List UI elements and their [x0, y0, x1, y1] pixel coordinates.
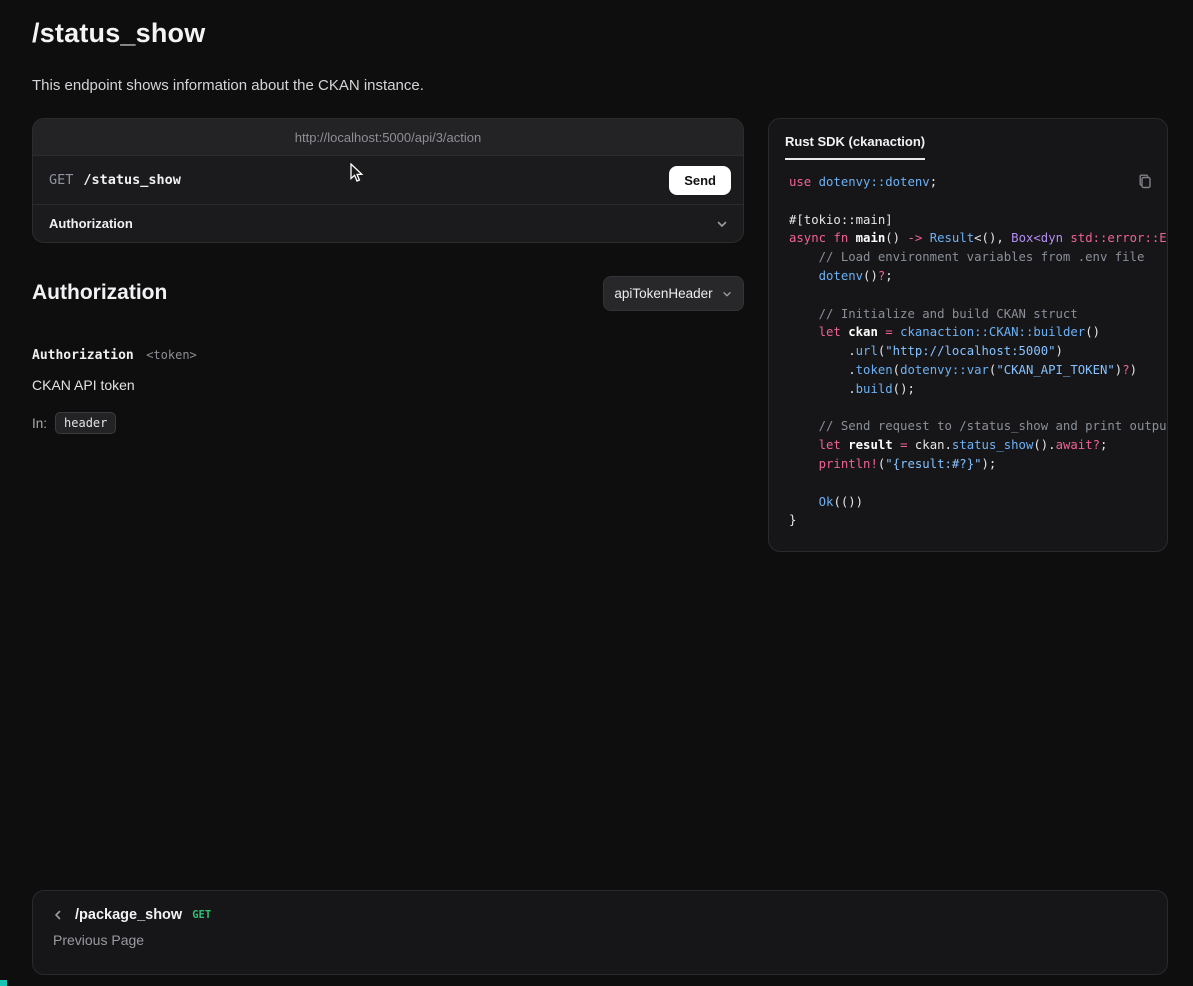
http-method: GET [49, 172, 73, 188]
api-docs-page: /status_show This endpoint shows informa… [0, 0, 1193, 986]
chevron-left-icon [51, 908, 65, 922]
param-description: CKAN API token [32, 377, 135, 393]
tab-rust-sdk[interactable]: Rust SDK (ckanaction) [785, 134, 925, 160]
param-name: Authorization [32, 348, 134, 363]
send-button[interactable]: Send [669, 166, 731, 195]
request-card: http://localhost:5000/api/3/action GET /… [32, 118, 744, 243]
in-value-badge: header [55, 412, 116, 434]
page-description: This endpoint shows information about th… [32, 77, 424, 94]
base-url-bar[interactable]: http://localhost:5000/api/3/action [33, 119, 743, 156]
base-url-text: http://localhost:5000/api/3/action [295, 130, 481, 145]
code-area: use dotenvy::dotenv; #[tokio::main]async… [769, 159, 1167, 552]
sdk-card-header: Rust SDK (ckanaction) [769, 119, 1167, 159]
param-type: <token> [146, 348, 197, 362]
authorization-heading: Authorization [32, 281, 167, 305]
previous-page-card[interactable]: /package_show GET Previous Page [32, 890, 1168, 975]
prev-endpoint-title: /package_show [75, 907, 182, 923]
in-label: In: [32, 416, 47, 431]
corner-accent [0, 980, 7, 986]
previous-page-title-row: /package_show GET [51, 907, 1149, 923]
copy-icon[interactable] [1137, 173, 1153, 194]
code-block: use dotenvy::dotenv; #[tokio::main]async… [789, 173, 1157, 530]
authorization-accordion-label: Authorization [49, 216, 133, 231]
endpoint-path: /status_show [83, 172, 181, 188]
auth-scheme-select-value: apiTokenHeader [614, 286, 712, 301]
auth-parameter: Authorization <token> [32, 346, 197, 364]
param-location-row: In: header [32, 412, 116, 434]
sdk-card: Rust SDK (ckanaction) use dotenvy::doten… [768, 118, 1168, 552]
auth-scheme-select[interactable]: apiTokenHeader [603, 276, 744, 311]
authorization-accordion[interactable]: Authorization [33, 204, 743, 242]
page-title: /status_show [32, 18, 205, 49]
request-row: GET /status_show Send [33, 156, 743, 204]
prev-method-badge: GET [192, 909, 211, 921]
chevron-down-icon [715, 217, 729, 231]
previous-page-label: Previous Page [53, 932, 1149, 948]
chevron-down-icon [721, 288, 733, 300]
